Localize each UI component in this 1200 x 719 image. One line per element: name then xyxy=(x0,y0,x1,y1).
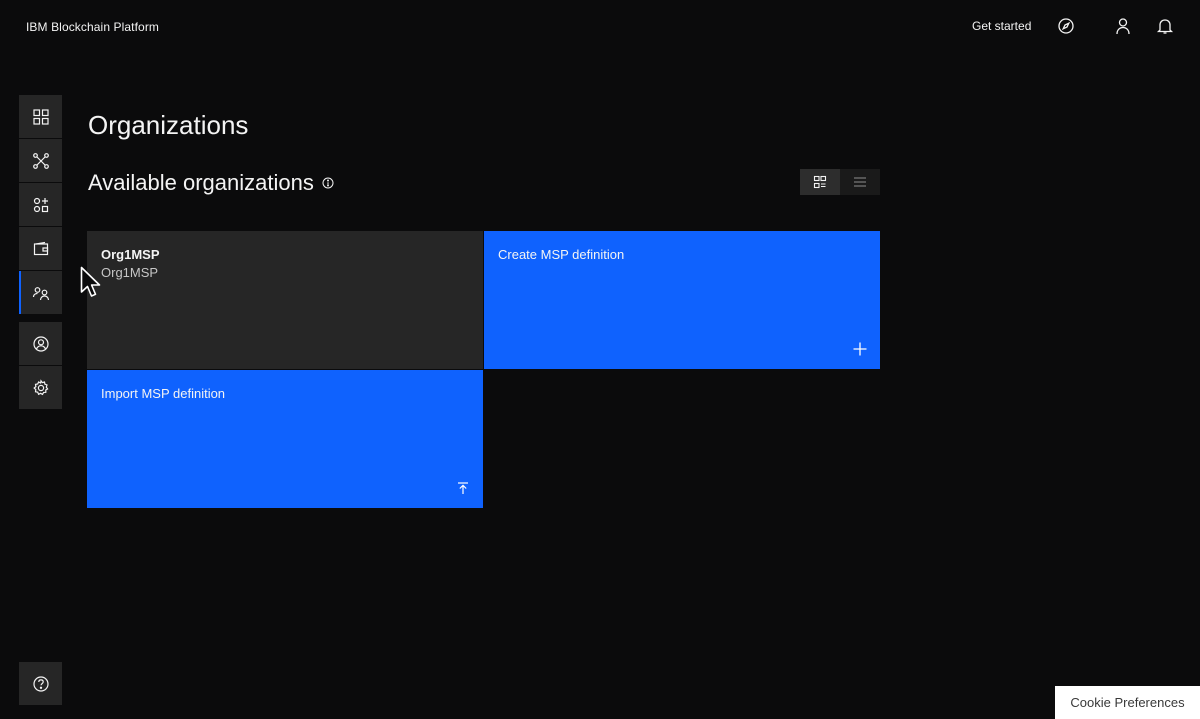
cookie-preferences-button[interactable]: Cookie Preferences xyxy=(1055,686,1200,719)
section-title-wrap: Available organizations xyxy=(88,170,334,196)
dashboard-grid-icon xyxy=(32,108,49,125)
sidenav-wallet[interactable] xyxy=(19,227,62,270)
network-icon xyxy=(32,152,49,169)
org-tile-subtitle: Org1MSP xyxy=(101,265,159,280)
upload-icon xyxy=(455,480,471,496)
get-started-link[interactable]: Get started xyxy=(972,19,1031,33)
settings-gear-icon xyxy=(32,378,48,395)
sidenav-help[interactable] xyxy=(19,662,62,705)
channels-icon xyxy=(33,197,48,212)
create-msp-tile[interactable]: Create MSP definition xyxy=(484,231,880,369)
organizations-icon xyxy=(32,286,49,300)
tile-view-icon xyxy=(813,175,827,189)
compass-icon[interactable] xyxy=(1057,17,1075,35)
wallet-icon xyxy=(33,241,48,255)
org-tile[interactable]: Org1MSP Org1MSP xyxy=(87,231,483,369)
add-icon xyxy=(852,341,868,357)
sidenav-settings[interactable] xyxy=(19,366,62,409)
sidenav-channels[interactable] xyxy=(19,183,62,226)
help-icon xyxy=(32,675,49,692)
page-title: Organizations xyxy=(88,110,249,140)
sidenav-overview[interactable] xyxy=(19,95,62,138)
sidenav-nodes[interactable] xyxy=(19,139,62,182)
sidenav-organizations[interactable] xyxy=(19,271,62,314)
top-header: IBM Blockchain Platform Get started xyxy=(0,0,1200,54)
list-view-button[interactable] xyxy=(840,169,880,195)
import-msp-tile[interactable]: Import MSP definition xyxy=(87,370,483,508)
view-toggle xyxy=(800,169,880,195)
mouse-cursor-icon xyxy=(80,266,101,297)
org-tile-title: Org1MSP xyxy=(101,247,160,262)
sidenav-users[interactable] xyxy=(19,322,62,365)
import-msp-label: Import MSP definition xyxy=(101,386,226,401)
tile-view-button[interactable] xyxy=(800,169,840,195)
info-icon[interactable] xyxy=(322,177,334,189)
user-icon[interactable] xyxy=(1114,17,1132,35)
list-view-icon xyxy=(854,177,866,187)
section-title: Available organizations xyxy=(88,170,314,195)
notification-icon[interactable] xyxy=(1156,17,1174,35)
create-msp-label: Create MSP definition xyxy=(498,247,625,262)
brand-name[interactable]: IBM Blockchain Platform xyxy=(26,20,159,34)
user-avatar-icon xyxy=(32,335,49,352)
